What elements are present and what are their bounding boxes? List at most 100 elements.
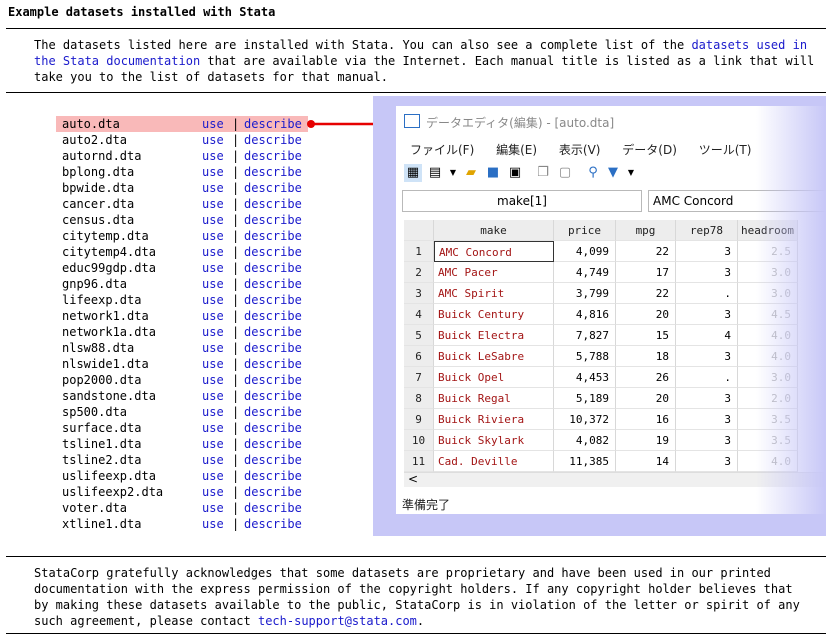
- grid-cell[interactable]: 3: [676, 304, 738, 325]
- describe-link[interactable]: describe: [244, 501, 302, 515]
- use-link[interactable]: use: [202, 197, 224, 211]
- describe-link[interactable]: describe: [244, 373, 302, 387]
- use-link[interactable]: use: [202, 485, 224, 499]
- grid-cell[interactable]: 20: [616, 388, 676, 409]
- paste-icon[interactable]: ▢: [556, 164, 574, 182]
- grid-cell[interactable]: 3: [676, 346, 738, 367]
- describe-link[interactable]: describe: [244, 437, 302, 451]
- describe-link[interactable]: describe: [244, 133, 302, 147]
- describe-link[interactable]: describe: [244, 405, 302, 419]
- describe-link[interactable]: describe: [244, 181, 302, 195]
- tech-support-email-link[interactable]: tech-support@stata.com: [258, 614, 417, 628]
- menu-data[interactable]: データ(D): [622, 143, 677, 157]
- describe-link[interactable]: describe: [244, 293, 302, 307]
- grid-cell[interactable]: 3: [676, 430, 738, 451]
- grid-cell[interactable]: Buick Skylark: [434, 430, 554, 451]
- use-link[interactable]: use: [202, 437, 224, 451]
- copy-icon[interactable]: ❐: [534, 164, 552, 182]
- grid-cell[interactable]: Buick Century: [434, 304, 554, 325]
- describe-link[interactable]: describe: [244, 229, 302, 243]
- grid-cell[interactable]: 3: [676, 262, 738, 283]
- describe-link[interactable]: describe: [244, 309, 302, 323]
- print-icon[interactable]: ▣: [506, 164, 524, 182]
- use-link[interactable]: use: [202, 405, 224, 419]
- grid-cell[interactable]: 19: [616, 430, 676, 451]
- grid-cell[interactable]: Buick Regal: [434, 388, 554, 409]
- grid-cell[interactable]: Buick Riviera: [434, 409, 554, 430]
- use-link[interactable]: use: [202, 213, 224, 227]
- grid-cell[interactable]: .: [676, 367, 738, 388]
- grid-cell[interactable]: 3: [676, 409, 738, 430]
- describe-link[interactable]: describe: [244, 213, 302, 227]
- describe-link[interactable]: describe: [244, 277, 302, 291]
- grid-cell[interactable]: 4,099: [554, 241, 616, 262]
- describe-link[interactable]: describe: [244, 197, 302, 211]
- use-link[interactable]: use: [202, 117, 224, 131]
- browse-mode-icon[interactable]: ▤: [426, 164, 444, 182]
- describe-link[interactable]: describe: [244, 517, 302, 531]
- grid-cell[interactable]: 7,827: [554, 325, 616, 346]
- grid-cell[interactable]: 4,453: [554, 367, 616, 388]
- use-link[interactable]: use: [202, 165, 224, 179]
- use-link[interactable]: use: [202, 357, 224, 371]
- grid-cell[interactable]: 18: [616, 346, 676, 367]
- grid-cell[interactable]: 5,189: [554, 388, 616, 409]
- edit-mode-icon[interactable]: ▦: [404, 164, 422, 182]
- describe-link[interactable]: describe: [244, 357, 302, 371]
- grid-cell[interactable]: Buick LeSabre: [434, 346, 554, 367]
- grid-cell[interactable]: 4,749: [554, 262, 616, 283]
- grid-cell[interactable]: 4,816: [554, 304, 616, 325]
- grid-cell[interactable]: Buick Electra: [434, 325, 554, 346]
- grid-cell[interactable]: 3: [676, 388, 738, 409]
- grid-cell[interactable]: 3,799: [554, 283, 616, 304]
- describe-link[interactable]: describe: [244, 485, 302, 499]
- use-link[interactable]: use: [202, 277, 224, 291]
- grid-cell[interactable]: 22: [616, 283, 676, 304]
- search-icon[interactable]: ⚲: [584, 164, 602, 182]
- menu-view[interactable]: 表示(V): [559, 143, 601, 157]
- save-icon[interactable]: ■: [484, 164, 502, 182]
- use-link[interactable]: use: [202, 517, 224, 531]
- open-icon[interactable]: ▰: [462, 164, 480, 182]
- describe-link[interactable]: describe: [244, 469, 302, 483]
- describe-link[interactable]: describe: [244, 453, 302, 467]
- use-link[interactable]: use: [202, 389, 224, 403]
- use-link[interactable]: use: [202, 261, 224, 275]
- column-header[interactable]: mpg: [616, 220, 676, 241]
- describe-link[interactable]: describe: [244, 165, 302, 179]
- use-link[interactable]: use: [202, 325, 224, 339]
- use-link[interactable]: use: [202, 245, 224, 259]
- menu-tools[interactable]: ツール(T): [699, 143, 752, 157]
- menu-file[interactable]: ファイル(F): [410, 143, 474, 157]
- grid-cell[interactable]: .: [676, 283, 738, 304]
- use-link[interactable]: use: [202, 149, 224, 163]
- describe-link[interactable]: describe: [244, 389, 302, 403]
- grid-cell[interactable]: 11,385: [554, 451, 616, 472]
- grid-cell[interactable]: 20: [616, 304, 676, 325]
- filter-icon[interactable]: ▼: [604, 164, 622, 182]
- grid-cell[interactable]: 3: [676, 241, 738, 262]
- column-header[interactable]: rep78: [676, 220, 738, 241]
- use-link[interactable]: use: [202, 453, 224, 467]
- grid-cell[interactable]: 16: [616, 409, 676, 430]
- column-header[interactable]: make: [434, 220, 554, 241]
- grid-cell[interactable]: 22: [616, 241, 676, 262]
- use-link[interactable]: use: [202, 469, 224, 483]
- grid-cell[interactable]: Buick Opel: [434, 367, 554, 388]
- use-link[interactable]: use: [202, 309, 224, 323]
- describe-link[interactable]: describe: [244, 117, 302, 131]
- grid-cell[interactable]: AMC Pacer: [434, 262, 554, 283]
- use-link[interactable]: use: [202, 421, 224, 435]
- chevron-down-icon[interactable]: ▼: [444, 164, 462, 182]
- use-link[interactable]: use: [202, 373, 224, 387]
- grid-cell[interactable]: AMC Spirit: [434, 283, 554, 304]
- use-link[interactable]: use: [202, 133, 224, 147]
- grid-cell[interactable]: AMC Concord: [434, 241, 554, 262]
- grid-cell[interactable]: 10,372: [554, 409, 616, 430]
- use-link[interactable]: use: [202, 341, 224, 355]
- use-link[interactable]: use: [202, 501, 224, 515]
- grid-cell[interactable]: Cad. Deville: [434, 451, 554, 472]
- scroll-left-icon[interactable]: <: [408, 472, 418, 486]
- use-link[interactable]: use: [202, 229, 224, 243]
- grid-cell[interactable]: 4: [676, 325, 738, 346]
